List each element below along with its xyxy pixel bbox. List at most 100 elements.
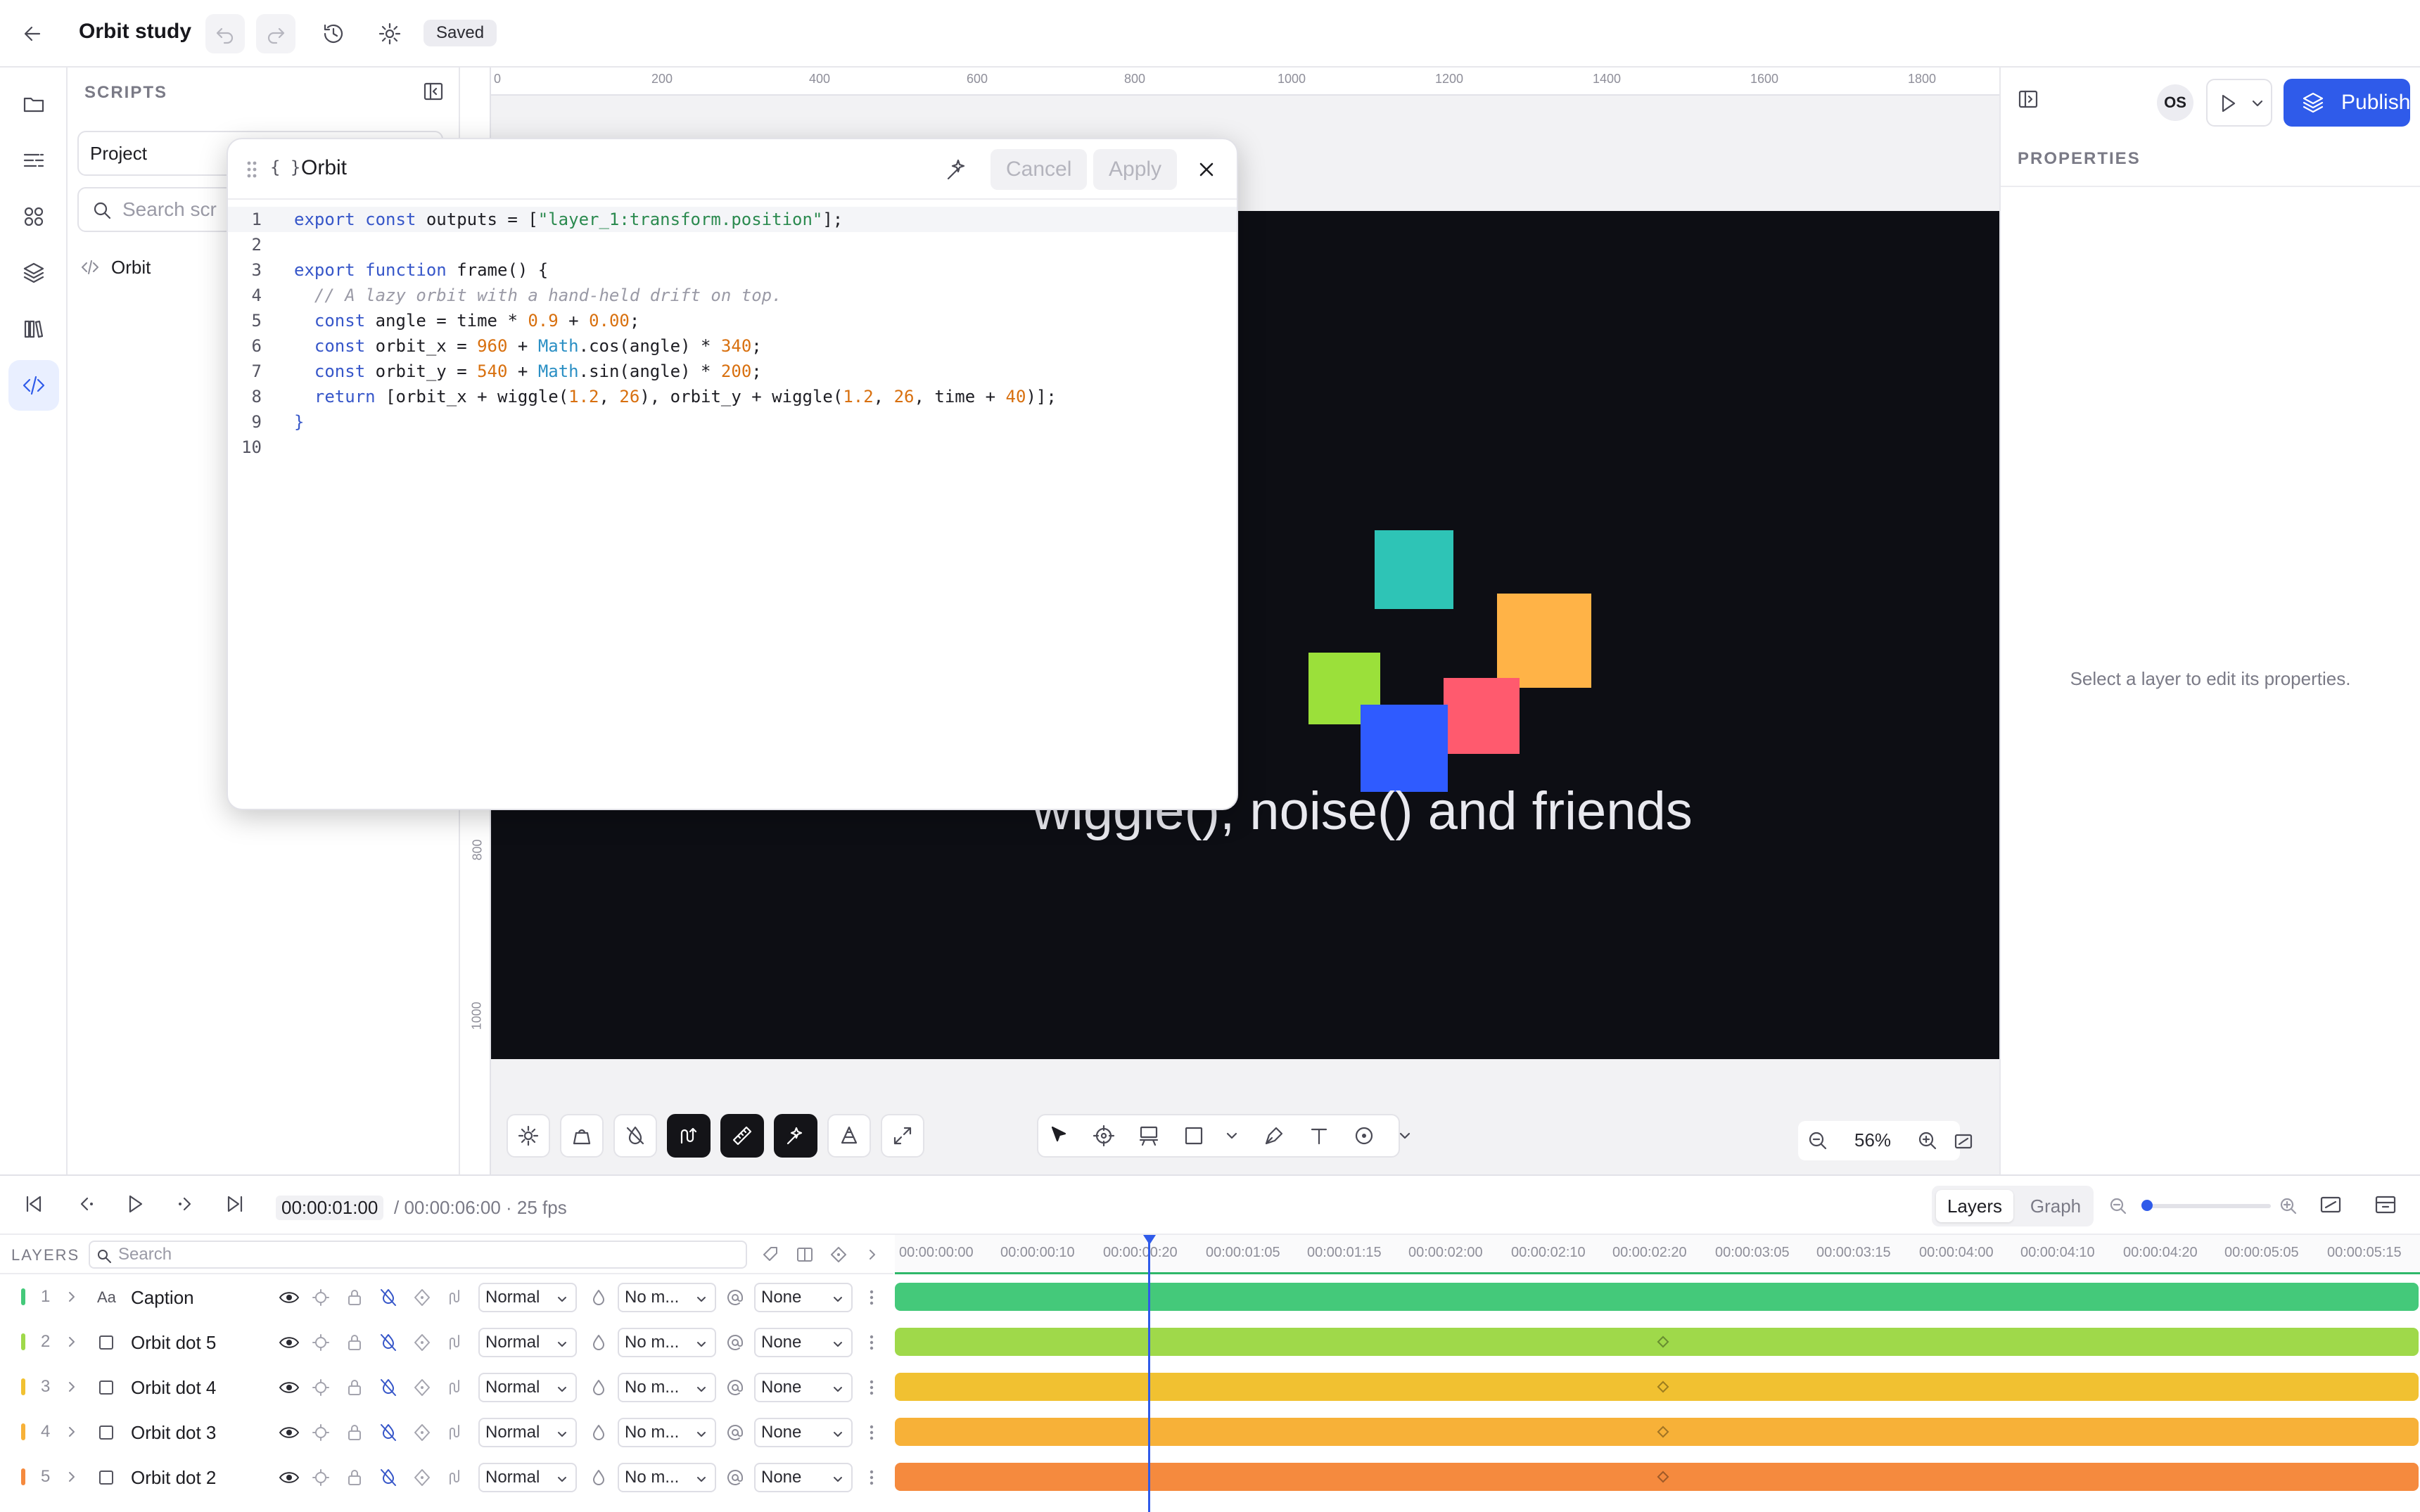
solo-icon[interactable] [312, 1289, 329, 1306]
parent-select[interactable]: None [754, 1283, 853, 1312]
layer-track-bar[interactable] [895, 1418, 2419, 1446]
rectangle-tool-button[interactable] [1182, 1124, 1206, 1148]
rail-layers-button[interactable] [8, 248, 59, 298]
motion-blur-off-icon[interactable] [381, 1379, 396, 1396]
rail-scripts-button[interactable] [8, 360, 59, 411]
visibility-eye-icon[interactable] [279, 1472, 299, 1483]
back-button[interactable] [13, 14, 52, 53]
motion-blur-off-icon[interactable] [381, 1334, 396, 1351]
undo-button[interactable] [205, 14, 245, 53]
expand-all-button[interactable] [864, 1246, 881, 1263]
keyframe-icon[interactable] [414, 1469, 430, 1486]
keyframe-marker[interactable] [1657, 1335, 1669, 1348]
parent-select[interactable]: None [754, 1418, 853, 1447]
prev-keyframe-button[interactable] [73, 1191, 98, 1217]
timeline-ruler[interactable]: 00:00:00:00 00:00:00:10 00:00:00:20 00:0… [895, 1235, 2420, 1274]
anchor-tool-button[interactable] [1092, 1124, 1116, 1148]
close-editor-button[interactable] [1195, 158, 1218, 181]
tab-graph[interactable]: Graph [2020, 1190, 2091, 1222]
fit-to-screen-button[interactable] [1953, 1131, 1974, 1152]
rail-library-button[interactable] [8, 304, 59, 354]
layer-row[interactable]: 4 Orbit dot 3 Normal No m... None [0, 1409, 893, 1454]
layer-row[interactable]: 3 Orbit dot 4 Normal No m... None [0, 1364, 893, 1409]
play-button[interactable] [122, 1191, 148, 1217]
expand-layer-button[interactable] [65, 1425, 79, 1439]
visibility-eye-icon[interactable] [279, 1292, 299, 1303]
keyframe-marker[interactable] [1657, 1380, 1669, 1393]
pen-tool-button[interactable] [1262, 1124, 1286, 1148]
lock-icon[interactable] [348, 1425, 361, 1440]
keyframe-icon[interactable] [414, 1289, 430, 1306]
settings-button[interactable] [370, 14, 409, 53]
motion-blur-button[interactable] [613, 1114, 657, 1158]
motion-blur-off-icon[interactable] [381, 1289, 396, 1306]
solo-icon[interactable] [312, 1379, 329, 1396]
parent-select[interactable]: None [754, 1328, 853, 1357]
keyframe-marker[interactable] [1657, 1471, 1669, 1483]
canvas-settings-button[interactable] [507, 1114, 550, 1158]
select-tool-button[interactable] [1047, 1124, 1071, 1148]
expand-layer-button[interactable] [65, 1290, 79, 1304]
drag-handle-icon[interactable] [245, 159, 259, 180]
split-view-button[interactable] [795, 1245, 815, 1264]
apply-button[interactable]: Apply [1093, 149, 1178, 190]
format-code-button[interactable] [944, 156, 971, 183]
zoom-level[interactable]: 56% [1854, 1129, 1891, 1151]
lock-icon[interactable] [348, 1470, 361, 1485]
text-tool-button[interactable] [1307, 1124, 1331, 1148]
mask-mode-select[interactable]: No m... [618, 1283, 716, 1312]
rail-components-button[interactable] [8, 191, 59, 242]
mask-mode-select[interactable]: No m... [618, 1418, 716, 1447]
timeline-fit-button[interactable] [2319, 1193, 2343, 1217]
blend-mode-select[interactable]: Normal [478, 1463, 577, 1492]
mask-mode-select[interactable]: No m... [618, 1463, 716, 1492]
history-button[interactable] [314, 14, 353, 53]
rail-files-button[interactable] [8, 79, 59, 129]
toggle-panel-button[interactable] [2016, 87, 2040, 111]
current-time[interactable]: 00:00:01:00 [276, 1196, 384, 1220]
parent-select[interactable]: None [754, 1463, 853, 1492]
orbit-dot-3[interactable] [1444, 678, 1520, 754]
orbit-dot-1[interactable] [1375, 530, 1453, 609]
go-to-start-button[interactable] [21, 1191, 46, 1217]
rail-properties-button[interactable] [8, 135, 59, 186]
visibility-eye-icon[interactable] [279, 1427, 299, 1438]
mask-mode-select[interactable]: No m... [618, 1373, 716, 1402]
fullscreen-button[interactable] [881, 1114, 924, 1158]
layer-row[interactable]: 2 Orbit dot 5 Normal No m... None [0, 1319, 893, 1364]
blend-mode-select[interactable]: Normal [478, 1373, 577, 1402]
motion-blur-off-icon[interactable] [381, 1469, 396, 1486]
timeline-zoom-slider[interactable] [2141, 1200, 2271, 1211]
preview-play-button[interactable] [2216, 91, 2240, 115]
layer-track-bar[interactable] [895, 1283, 2419, 1311]
zoom-out-button[interactable] [1807, 1129, 1829, 1152]
add-marker-button[interactable] [761, 1245, 781, 1264]
timeline-collapse-button[interactable] [2374, 1193, 2397, 1217]
keyframe-icon[interactable] [414, 1334, 430, 1351]
layer-name[interactable]: Orbit dot 5 [131, 1332, 216, 1354]
visibility-eye-icon[interactable] [279, 1337, 299, 1348]
cancel-button[interactable]: Cancel [991, 149, 1088, 190]
guides-button[interactable] [827, 1114, 871, 1158]
more-options-icon[interactable] [867, 1378, 877, 1397]
layer-search-input[interactable]: Search [89, 1241, 747, 1269]
lock-icon[interactable] [348, 1380, 361, 1395]
expand-layer-button[interactable] [65, 1335, 79, 1349]
keyframe-marker[interactable] [1657, 1425, 1669, 1438]
solo-icon[interactable] [312, 1424, 329, 1441]
expression-icon[interactable] [450, 1470, 459, 1485]
snapping-button[interactable] [774, 1114, 817, 1158]
layer-name[interactable]: Orbit dot 3 [131, 1422, 216, 1444]
redo-button[interactable] [256, 14, 295, 53]
ruler-toggle-button[interactable] [720, 1114, 764, 1158]
more-tools-dropdown[interactable] [1397, 1128, 1413, 1143]
lock-icon[interactable] [348, 1290, 361, 1305]
blend-mode-select[interactable]: Normal [478, 1283, 577, 1312]
timeline-zoom-out-button[interactable] [2108, 1196, 2129, 1217]
expand-layer-button[interactable] [65, 1380, 79, 1394]
expression-icon[interactable] [450, 1335, 459, 1350]
more-options-icon[interactable] [867, 1288, 877, 1307]
publish-button[interactable]: Publish [2284, 79, 2410, 127]
solo-icon[interactable] [312, 1469, 329, 1486]
motion-blur-off-icon[interactable] [381, 1424, 396, 1441]
